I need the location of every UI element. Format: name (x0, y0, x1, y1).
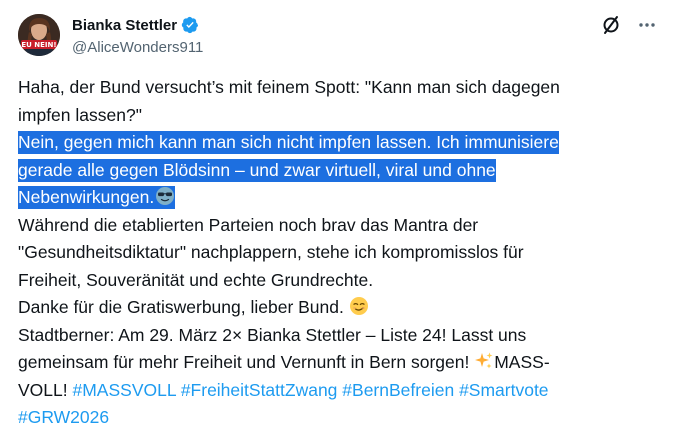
sunglasses-emoji-icon (155, 186, 175, 206)
hashtag-link[interactable]: #FreiheitStattZwang (181, 380, 338, 400)
tweet-line: VOLL! #MASSVOLL #FreiheitStattZwang #Ber… (18, 377, 638, 405)
tweet-line: #GRW2026 (18, 404, 638, 432)
tweet-header: EU NEIN! Bianka Stettler @AliceWonders91… (18, 14, 660, 58)
tweet-line: Während die etablierten Parteien noch br… (18, 214, 479, 235)
tweet-line-tail: MASS- (494, 352, 550, 372)
more-options-icon[interactable] (636, 14, 658, 36)
tweet-line-text: gemeinsam für mehr Freiheit und Vernunft… (18, 352, 470, 372)
avatar[interactable]: EU NEIN! (18, 14, 60, 56)
author-handle[interactable]: @AliceWonders911 (72, 39, 203, 56)
tweet-line: gemeinsam für mehr Freiheit und Vernunft… (18, 349, 638, 377)
tweet-line: Freiheit, Souveränität und echte Grundre… (18, 269, 374, 290)
highlighted-line: Nebenwirkungen. (18, 184, 638, 212)
selected-text-end: Nebenwirkungen. (18, 187, 155, 207)
selected-text: gerade alle gegen Blödsinn – und zwar vi… (18, 158, 496, 182)
selected-text: Nebenwirkungen. (18, 186, 176, 209)
tweet-line: Stadtberner: Am 29. März 2× Bianka Stett… (18, 324, 527, 345)
tweet-line: impfen lassen?" (18, 104, 142, 125)
highlighted-line: gerade alle gegen Blödsinn – und zwar vi… (18, 157, 638, 185)
hashtag-link[interactable]: #MASSVOLL (73, 380, 176, 400)
author-info: Bianka Stettler @AliceWonders911 (72, 15, 203, 57)
hashtag-link[interactable]: #Smartvote (459, 380, 548, 400)
tweet-text: Haha, der Bund versucht’s mit feinem Spo… (18, 74, 638, 432)
verified-badge-icon (181, 16, 199, 34)
hashtag-link[interactable]: #GRW2026 (18, 407, 109, 427)
display-name[interactable]: Bianka Stettler (72, 17, 177, 34)
sparkles-emoji-icon (474, 351, 494, 371)
tweet-line: Danke für die Gratiswerbung, lieber Bund… (18, 294, 638, 322)
tweet-line: Haha, der Bund versucht’s mit feinem Spo… (18, 77, 560, 97)
tweet-line-head: VOLL! (18, 379, 68, 400)
thanks-text: Danke für die Gratiswerbung, lieber Bund… (18, 297, 344, 317)
highlighted-line: Nein, gegen mich kann man sich nicht imp… (18, 129, 638, 157)
tweet-line: "Gesundheitsdiktatur" nachplappern, steh… (18, 242, 524, 262)
avatar-label: EU NEIN! (21, 41, 56, 49)
hashtag-link[interactable]: #BernBefreien (342, 380, 454, 400)
selected-text: Nein, gegen mich kann man sich nicht imp… (18, 131, 559, 154)
grok-icon[interactable] (600, 14, 622, 36)
smirk-emoji-icon (349, 296, 369, 316)
